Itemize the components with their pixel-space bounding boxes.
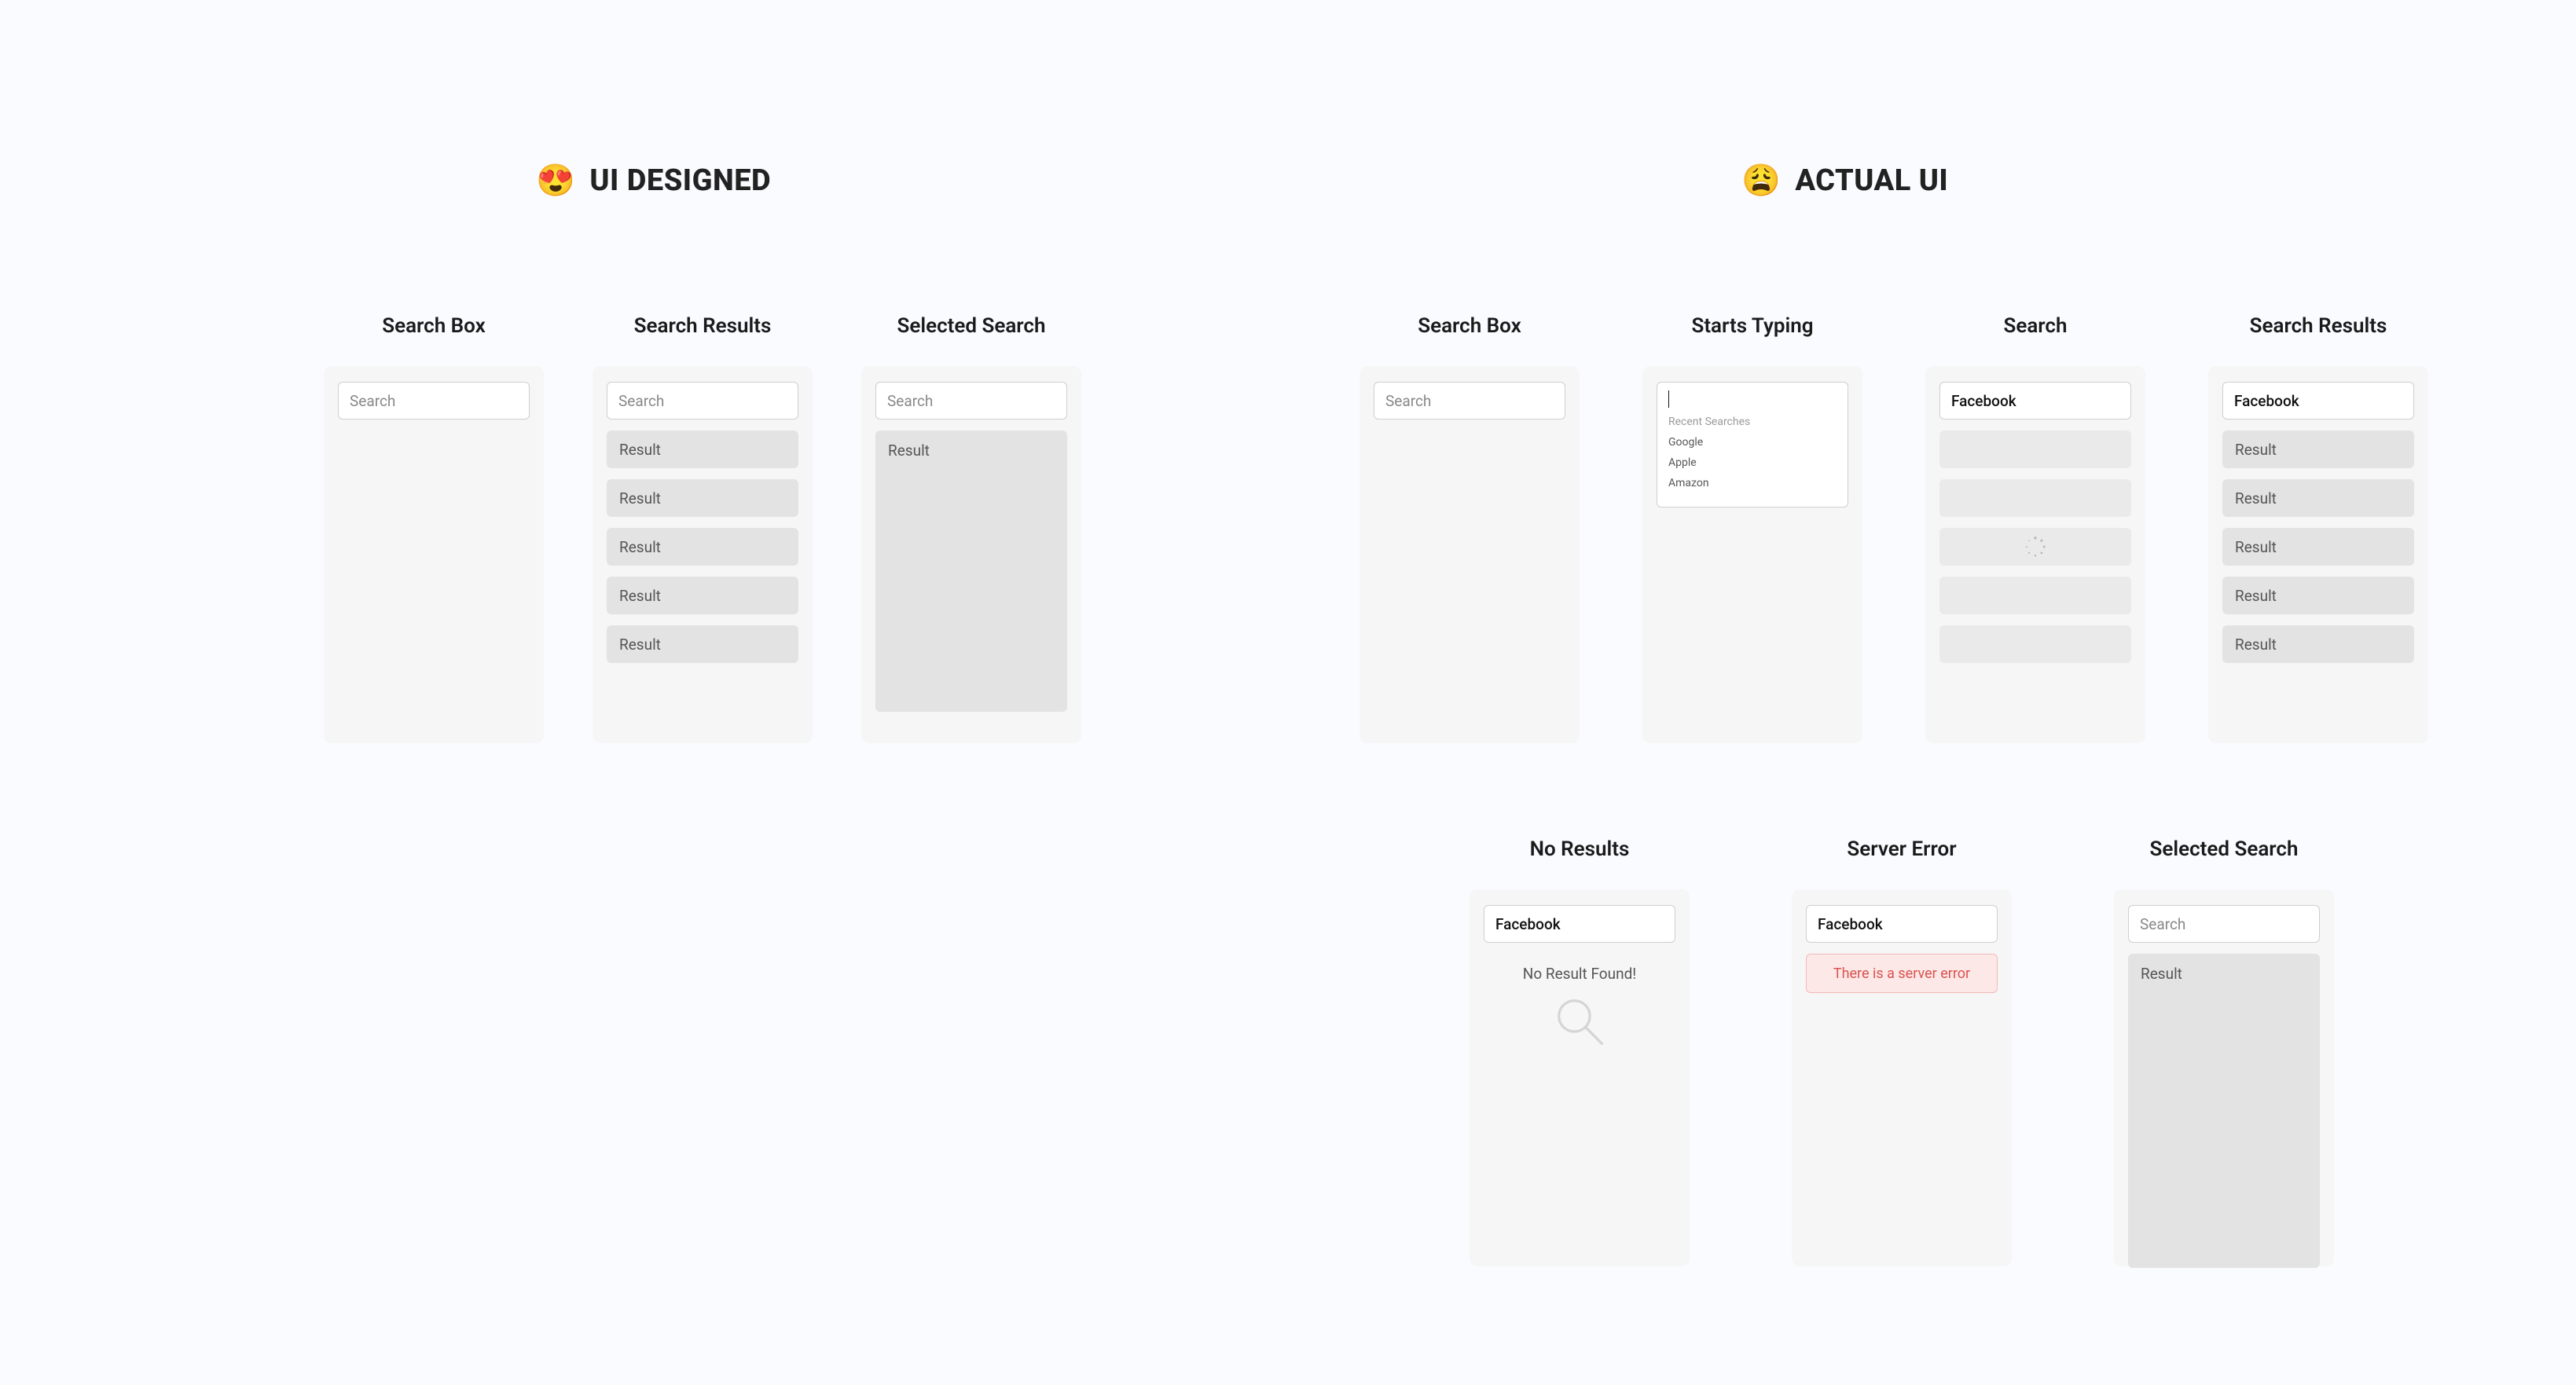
state-label: No Results	[1470, 837, 1690, 861]
state-label: Search Box	[324, 314, 544, 338]
phone-card: Search Result Result Result Result Resul…	[593, 366, 813, 743]
search-input[interactable]: Facebook	[1939, 382, 2131, 420]
heart-eyes-emoji-icon: 😍	[536, 162, 575, 199]
recent-heading: Recent Searches	[1668, 416, 1837, 428]
state-label: Selected Search	[2114, 837, 2334, 861]
search-dropdown[interactable]: Recent Searches Google Apple Amazon	[1657, 382, 1848, 507]
left-section-title: 😍 UI DESIGNED	[536, 162, 771, 199]
result-item[interactable]: Result	[607, 577, 798, 614]
phone-card: Search	[1360, 366, 1580, 743]
result-item[interactable]: Result	[607, 479, 798, 517]
selected-detail: Result	[875, 431, 1067, 712]
recent-item[interactable]: Apple	[1668, 456, 1837, 469]
search-input[interactable]: Search	[2128, 905, 2320, 943]
phone-card: Facebook Result Result Result Result Res…	[2208, 366, 2428, 743]
actual-error-col: Server Error Facebook There is a server …	[1792, 837, 2012, 1266]
phone-card: Facebook There is a server error	[1792, 889, 2012, 1266]
actual-typing-col: Starts Typing Recent Searches Google App…	[1642, 314, 1862, 743]
result-item[interactable]: Result	[607, 625, 798, 663]
state-label: Starts Typing	[1642, 314, 1862, 338]
phone-card: Facebook No Result Found!	[1470, 889, 1690, 1266]
result-item[interactable]: Result	[2222, 431, 2414, 468]
search-input[interactable]: Search	[1374, 382, 1565, 420]
phone-card: Search	[324, 366, 544, 743]
search-input[interactable]: Facebook	[1484, 905, 1675, 943]
phone-card: Search Result	[861, 366, 1081, 743]
phone-card: Search Result	[2114, 889, 2334, 1266]
actual-searchbox-col: Search Box Search	[1360, 314, 1580, 743]
actual-results-col: Search Results Facebook Result Result Re…	[2208, 314, 2428, 743]
result-item[interactable]: Result	[2222, 479, 2414, 517]
skeleton-row	[1939, 479, 2131, 517]
right-section-title: 😩 ACTUAL UI	[1741, 162, 1948, 199]
designed-selected-col: Selected Search Search Result	[861, 314, 1081, 743]
state-label: Search Results	[2208, 314, 2428, 338]
right-section-title-text: ACTUAL UI	[1795, 163, 1948, 198]
skeleton-row-loading	[1939, 528, 2131, 566]
designed-results-col: Search Results Search Result Result Resu…	[593, 314, 813, 743]
magnifier-icon	[1552, 994, 1607, 1049]
weary-emoji-icon: 😩	[1741, 162, 1781, 199]
result-item[interactable]: Result	[607, 431, 798, 468]
skeleton-row	[1939, 431, 2131, 468]
search-input[interactable]: Facebook	[2222, 382, 2414, 420]
result-item[interactable]: Result	[607, 528, 798, 566]
result-item[interactable]: Result	[2222, 625, 2414, 663]
phone-card: Recent Searches Google Apple Amazon	[1642, 366, 1862, 743]
state-label: Server Error	[1792, 837, 2012, 861]
state-label: Search Results	[593, 314, 813, 338]
actual-selected-col: Selected Search Search Result	[2114, 837, 2334, 1266]
spinner-icon	[2024, 536, 2046, 558]
no-result-text: No Result Found!	[1484, 965, 1675, 983]
left-section-title-text: UI DESIGNED	[589, 163, 771, 198]
designed-searchbox-col: Search Box Search	[324, 314, 544, 743]
actual-noresults-col: No Results Facebook No Result Found!	[1470, 837, 1690, 1266]
result-item[interactable]: Result	[2222, 528, 2414, 566]
actual-loading-col: Search Facebook	[1925, 314, 2145, 743]
skeleton-row	[1939, 625, 2131, 663]
no-result-wrap: No Result Found!	[1484, 965, 1675, 1049]
search-input[interactable]: Search	[338, 382, 530, 420]
selected-detail: Result	[2128, 954, 2320, 1268]
result-item[interactable]: Result	[2222, 577, 2414, 614]
phone-card: Facebook	[1925, 366, 2145, 743]
recent-item[interactable]: Google	[1668, 436, 1837, 449]
state-label: Selected Search	[861, 314, 1081, 338]
search-input[interactable]: Search	[607, 382, 798, 420]
state-label: Search	[1925, 314, 2145, 338]
text-cursor-icon	[1668, 390, 1669, 408]
skeleton-row	[1939, 577, 2131, 614]
recent-item[interactable]: Amazon	[1668, 477, 1837, 489]
state-label: Search Box	[1360, 314, 1580, 338]
search-input[interactable]: Search	[875, 382, 1067, 420]
error-banner: There is a server error	[1806, 954, 1998, 993]
search-input[interactable]: Facebook	[1806, 905, 1998, 943]
